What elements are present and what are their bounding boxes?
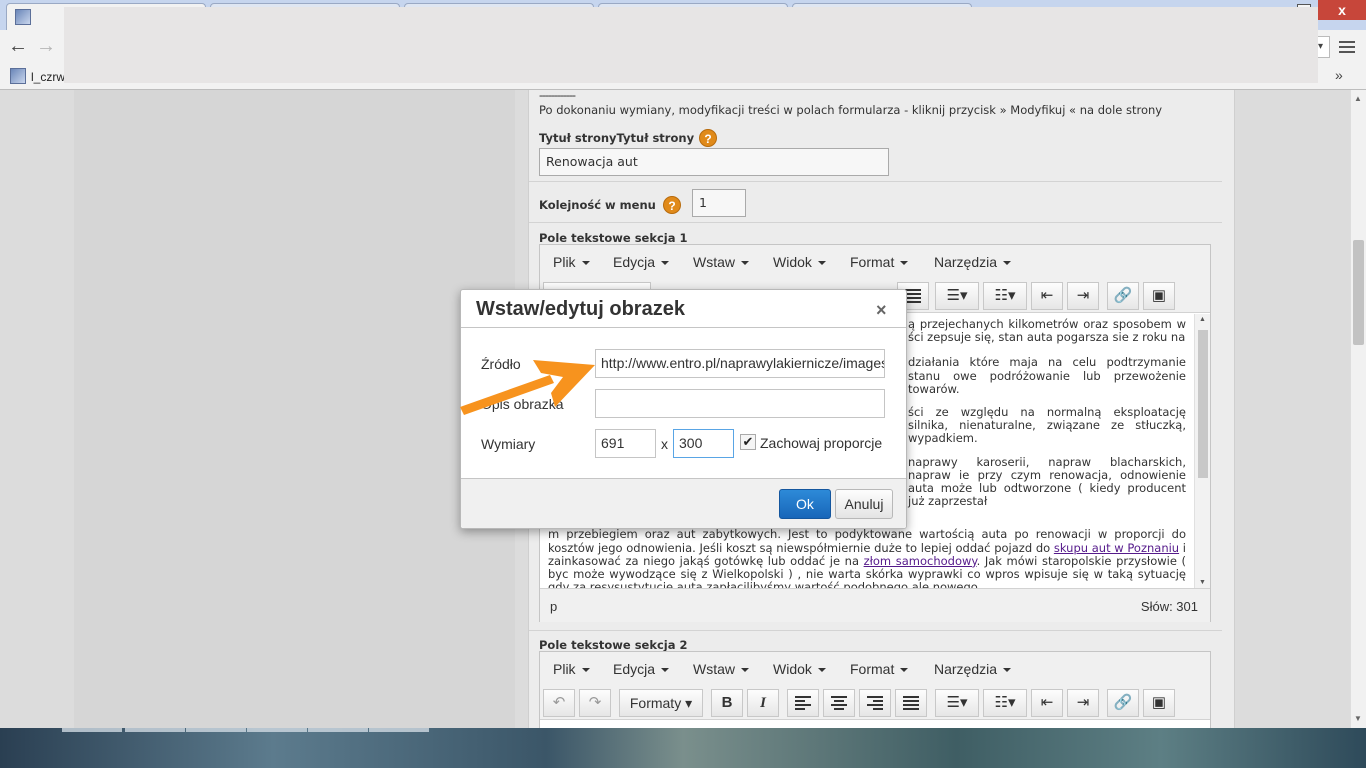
left-panel [74, 90, 515, 728]
scroll-down-icon[interactable]: ▼ [1199, 579, 1206, 586]
window-close-button[interactable]: x [1318, 0, 1366, 20]
editor-menu-view[interactable]: Widok [773, 254, 826, 270]
align-right-icon[interactable] [859, 689, 891, 717]
taskbar-item[interactable] [369, 728, 429, 732]
editor-menu-file[interactable]: Plik [553, 661, 590, 677]
align-justify-icon[interactable] [895, 689, 927, 717]
divider [529, 181, 1222, 182]
ok-button[interactable]: Ok [779, 489, 831, 519]
cancel-button[interactable]: Anuluj [835, 489, 893, 519]
page-title-label: Tytuł stronyTytuł strony [539, 131, 695, 145]
page-title-input[interactable]: Renowacja aut [539, 148, 889, 176]
height-input[interactable]: 300 [673, 429, 734, 458]
section1-label: Pole tekstowe sekcja 1 [539, 231, 688, 245]
bold-button[interactable]: B [711, 689, 743, 717]
undo-icon[interactable]: ↶ [543, 689, 575, 717]
taskbar-item[interactable] [186, 728, 246, 732]
menu-order-label: Kolejność w menu [539, 198, 656, 212]
redo-icon[interactable]: ↷ [579, 689, 611, 717]
source-url-input[interactable]: http://www.entro.pl/naprawylakiernicze/i… [595, 349, 885, 378]
menu-order-input[interactable]: 1 [692, 189, 746, 217]
scroll-up-icon[interactable]: ▲ [1354, 94, 1362, 103]
word-count: Słów: 301 [1140, 599, 1198, 614]
editor-menu-file[interactable]: Plik [553, 254, 590, 270]
dialog-header: Wstaw/edytuj obrazek × [461, 290, 906, 328]
editor-menubar: Plik Edycja Wstaw Widok Format Narzędzia [540, 652, 1210, 686]
editor-menu-insert[interactable]: Wstaw [693, 661, 749, 677]
description-input[interactable] [595, 389, 885, 418]
taskbar-item[interactable] [62, 728, 122, 732]
editor-menu-tools[interactable]: Narzędzia [934, 661, 1012, 677]
bookmark-favicon-icon [10, 68, 26, 84]
image-icon[interactable]: ▣ [1143, 282, 1175, 310]
width-input[interactable]: 691 [595, 429, 656, 458]
editor-menu-tools[interactable]: Narzędzia [934, 254, 1012, 270]
editor-menu-view[interactable]: Widok [773, 661, 826, 677]
dialog-title: Wstaw/edytuj obrazek [476, 298, 685, 320]
editor-menubar: Plik Edycja Wstaw Widok Format Narzędzia [540, 245, 1210, 279]
info-text: Po dokonaniu wymiany, modyfikacji treści… [539, 103, 1163, 117]
browser-menu-icon[interactable] [1336, 38, 1358, 58]
dimension-separator: x [661, 436, 668, 452]
editor-menu-format[interactable]: Format [850, 661, 909, 677]
more-bookmarks-icon[interactable]: » [1335, 67, 1343, 83]
element-path[interactable]: p [550, 599, 557, 614]
help-icon[interactable]: ? [699, 129, 717, 147]
align-left-icon[interactable] [787, 689, 819, 717]
bullet-list-icon[interactable]: ☰▾ [935, 282, 979, 310]
separator-dashes: ------------ [539, 88, 576, 102]
editor-menu-insert[interactable]: Wstaw [693, 254, 749, 270]
link-icon[interactable]: 🔗 [1107, 282, 1139, 310]
page-scrollbar[interactable]: ▲ ▼ [1350, 90, 1366, 728]
forward-arrow-icon[interactable]: → [35, 36, 57, 58]
indent-icon[interactable]: ⇥ [1067, 282, 1099, 310]
scrollbar-thumb[interactable] [1353, 240, 1364, 345]
numbered-list-icon[interactable]: ☷▾ [983, 689, 1027, 717]
redacted-overlay [64, 7, 1318, 83]
os-taskbar [0, 728, 1366, 768]
editor-toolbar: ↶ ↷ Formaty ▾ B I ☰▾ ☷▾ ⇤ ⇥ 🔗 ▣ [540, 686, 1210, 720]
editor-scrollbar-thumb[interactable] [1198, 330, 1208, 478]
numbered-list-icon[interactable]: ☷▾ [983, 282, 1027, 310]
outdent-icon[interactable]: ⇤ [1031, 689, 1063, 717]
link-skup-aut[interactable]: skupu aut w Poznaniu [1054, 541, 1179, 555]
formats-dropdown[interactable]: Formaty ▾ [619, 689, 703, 717]
editor-statusbar: p Słów: 301 [540, 588, 1210, 622]
bullet-list-icon[interactable]: ☰▾ [935, 689, 979, 717]
dialog-footer: Ok Anuluj [461, 478, 906, 528]
align-center-icon[interactable] [823, 689, 855, 717]
indent-icon[interactable]: ⇥ [1067, 689, 1099, 717]
scroll-down-icon[interactable]: ▼ [1354, 714, 1362, 723]
taskbar-item[interactable] [308, 728, 368, 732]
link-icon[interactable]: 🔗 [1107, 689, 1139, 717]
editor-menu-edit[interactable]: Edycja [613, 661, 670, 677]
close-icon[interactable]: × [876, 300, 887, 321]
back-arrow-icon[interactable]: ← [7, 36, 29, 58]
divider [529, 630, 1222, 631]
editor-scrollbar[interactable]: ▲ ▼ [1194, 314, 1210, 588]
divider [529, 222, 1222, 223]
taskbar-item[interactable] [125, 728, 185, 732]
annotation-arrow-icon [460, 360, 595, 415]
keep-ratio-checkbox[interactable]: ✔ [740, 434, 756, 450]
taskbar-item[interactable] [247, 728, 307, 732]
dimensions-label: Wymiary [481, 436, 536, 452]
image-icon[interactable]: ▣ [1143, 689, 1175, 717]
keep-ratio-label[interactable]: Zachowaj proporcje [760, 435, 882, 451]
bookmark-item[interactable]: l_czrw [31, 70, 65, 84]
help-icon[interactable]: ? [663, 196, 681, 214]
italic-button[interactable]: I [747, 689, 779, 717]
editor-menu-format[interactable]: Format [850, 254, 909, 270]
arrow-shaft [460, 375, 554, 415]
editor-menu-edit[interactable]: Edycja [613, 254, 670, 270]
rich-text-editor-2: Plik Edycja Wstaw Widok Format Narzędzia… [539, 651, 1211, 731]
site-favicon-icon [15, 9, 31, 25]
outdent-icon[interactable]: ⇤ [1031, 282, 1063, 310]
link-zlom[interactable]: złom samochodowy [864, 554, 977, 568]
scroll-up-icon[interactable]: ▲ [1199, 316, 1206, 323]
section2-label: Pole tekstowe sekcja 2 [539, 638, 688, 652]
